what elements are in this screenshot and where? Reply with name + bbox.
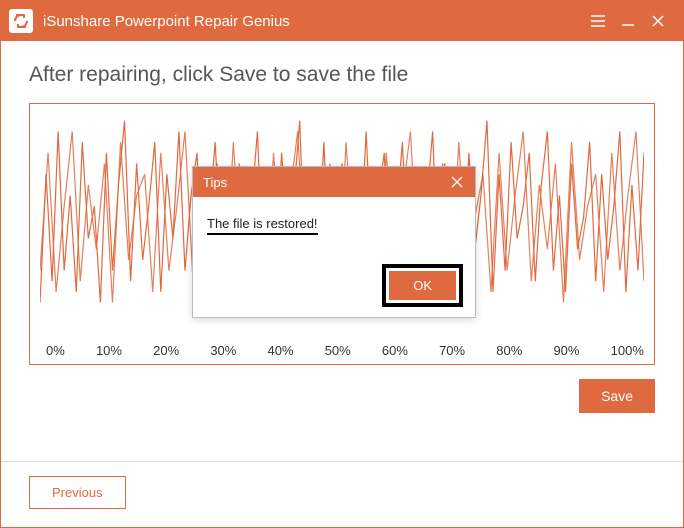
- save-button[interactable]: Save: [579, 379, 655, 413]
- tick-label: 50%: [325, 343, 351, 358]
- menu-button[interactable]: [583, 1, 613, 41]
- title-bar: iSunshare Powerpoint Repair Genius: [1, 1, 683, 41]
- dialog-titlebar: Tips: [193, 167, 475, 197]
- dialog-body: The file is restored! OK: [193, 197, 475, 317]
- tick-label: 90%: [553, 343, 579, 358]
- tips-dialog: Tips The file is restored! OK: [192, 166, 476, 318]
- tick-label: 100%: [611, 343, 644, 358]
- tick-label: 40%: [268, 343, 294, 358]
- tick-label: 30%: [210, 343, 236, 358]
- action-bar: Save: [29, 365, 655, 413]
- tick-label: 10%: [96, 343, 122, 358]
- dialog-title-text: Tips: [203, 175, 445, 190]
- tick-label: 80%: [496, 343, 522, 358]
- close-button[interactable]: [643, 1, 673, 41]
- ok-highlight: OK: [382, 264, 463, 307]
- tick-label: 0%: [46, 343, 65, 358]
- tick-label: 60%: [382, 343, 408, 358]
- tick-label: 20%: [153, 343, 179, 358]
- app-title: iSunshare Powerpoint Repair Genius: [43, 13, 583, 30]
- app-logo-icon: [9, 9, 33, 33]
- footer: Previous: [1, 461, 683, 527]
- tick-label: 70%: [439, 343, 465, 358]
- dialog-message: The file is restored!: [207, 216, 318, 235]
- ok-button[interactable]: OK: [389, 271, 456, 300]
- previous-button[interactable]: Previous: [29, 476, 126, 509]
- minimize-button[interactable]: [613, 1, 643, 41]
- dialog-close-button[interactable]: [445, 170, 469, 194]
- page-heading: After repairing, click Save to save the …: [29, 63, 655, 87]
- x-axis-labels: 0% 10% 20% 30% 40% 50% 60% 70% 80% 90% 1…: [46, 343, 644, 358]
